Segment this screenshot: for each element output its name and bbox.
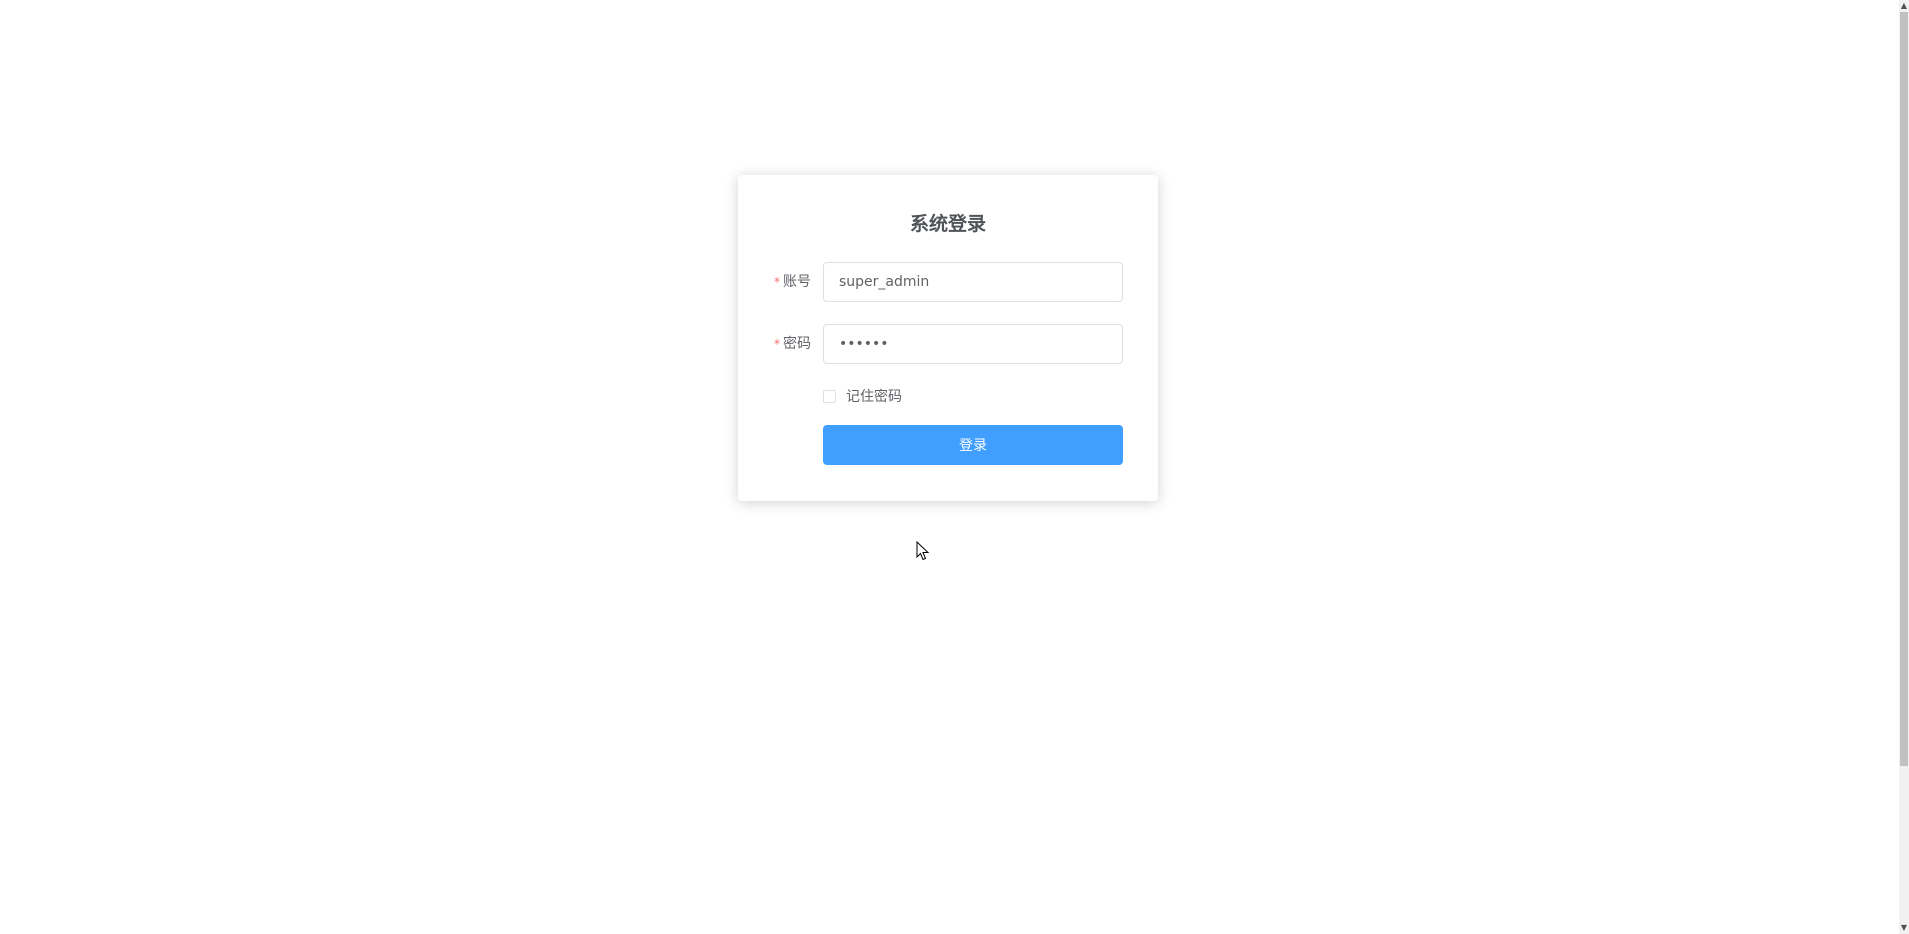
- remember-password-checkbox[interactable]: 记住密码: [823, 386, 902, 406]
- required-star: *: [774, 337, 780, 351]
- checkbox-icon[interactable]: [823, 389, 836, 403]
- login-card: 系统登录 *账号 *密码 记住密码 登录: [738, 175, 1158, 501]
- account-form-item: * 账号: [738, 262, 1158, 302]
- mouse-pointer-icon: [916, 541, 930, 561]
- password-form-item: * 密码: [738, 324, 1158, 364]
- login-title: 系统登录: [909, 213, 986, 235]
- scroll-down-arrow-icon[interactable]: ▼: [1899, 922, 1909, 934]
- remember-password-label[interactable]: 记住密码: [846, 386, 902, 406]
- required-star: *: [774, 275, 780, 289]
- account-label: * 账号: [774, 262, 824, 302]
- vertical-scrollbar[interactable]: ▲ ▼: [1899, 0, 1909, 934]
- password-input[interactable]: [823, 324, 1123, 364]
- scroll-up-arrow-icon[interactable]: ▲: [1899, 0, 1909, 12]
- login-button[interactable]: 登录: [823, 425, 1123, 465]
- scrollbar-thumb[interactable]: [1900, 12, 1908, 766]
- account-input[interactable]: [823, 262, 1123, 302]
- password-label: * 密码: [774, 324, 824, 364]
- password-label-text: 密码: [783, 336, 811, 352]
- login-page: 系统登录 *账号 *密码 记住密码 登录 ▲ ▼: [0, 0, 1909, 934]
- account-label-text: 账号: [783, 274, 811, 290]
